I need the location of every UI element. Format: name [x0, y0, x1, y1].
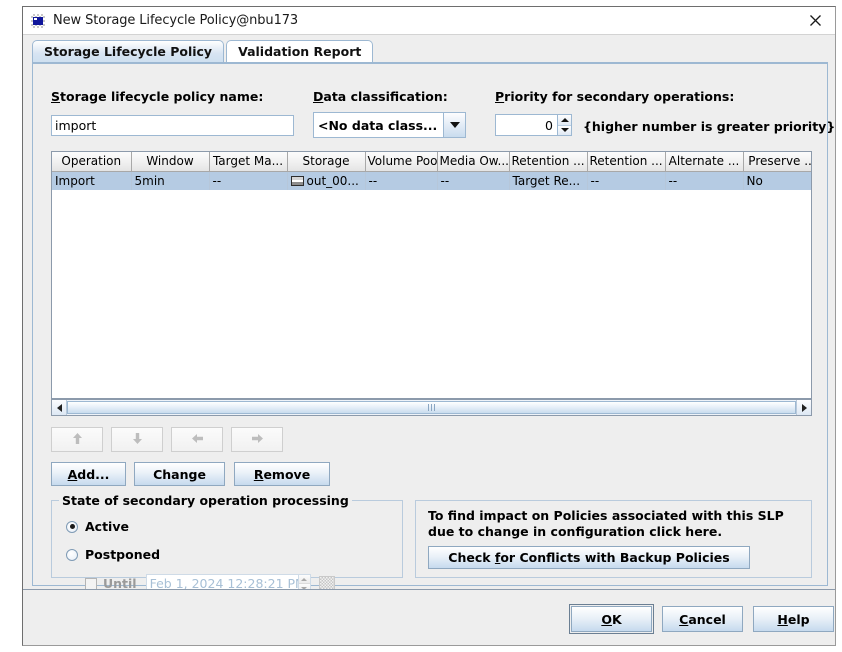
policy-name-label: Storage lifecycle policy name:	[51, 89, 264, 104]
tab-storage-lifecycle-policy[interactable]: Storage Lifecycle Policy	[32, 40, 225, 62]
conflicts-panel: To find impact on Policies associated wi…	[415, 500, 812, 578]
priority-increment-button[interactable]	[558, 115, 571, 125]
radio-postponed[interactable]: Postponed	[66, 547, 160, 562]
storage-lifecycle-policy-panel: Storage lifecycle policy name: Data clas…	[32, 63, 835, 593]
arrow-left-icon	[191, 432, 204, 447]
table-horizontal-scrollbar[interactable]	[51, 399, 812, 416]
move-up-button[interactable]	[51, 427, 103, 452]
radio-active[interactable]: Active	[66, 519, 129, 534]
col-media-owner[interactable]: Media Ow...	[437, 152, 510, 172]
remove-button[interactable]: Remove	[234, 462, 330, 486]
scroll-left-icon[interactable]	[52, 400, 67, 415]
help-button-label: Help	[777, 611, 810, 627]
until-checkbox[interactable]	[85, 577, 97, 590]
cancel-button[interactable]: Cancel	[662, 606, 743, 632]
cell-retention-1: Target Re...	[509, 171, 588, 190]
dialog-footer: OK Cancel Help	[23, 589, 835, 645]
check-conflicts-button-label: Check for Conflicts with Backup Policies	[448, 550, 730, 565]
priority-hint: {higher number is greater priority}	[583, 119, 836, 134]
dialog-window: New Storage Lifecycle Policy@nbu173 Stor…	[22, 6, 836, 646]
move-right-button[interactable]	[231, 427, 283, 452]
priority-decrement-button[interactable]	[558, 124, 571, 135]
storage-unit-icon	[290, 175, 304, 186]
table-header-row: Operation Window Target Ma... Storage Vo…	[52, 152, 811, 172]
state-group: State of secondary operation processing …	[51, 493, 403, 593]
operations-grid: Operation Window Target Ma... Storage Vo…	[52, 152, 811, 190]
cell-media-owner: --	[437, 171, 510, 190]
priority-label: Priority for secondary operations:	[495, 89, 735, 104]
change-button[interactable]: Change	[134, 462, 225, 486]
col-target-master[interactable]: Target Ma...	[209, 152, 288, 172]
title-bar: New Storage Lifecycle Policy@nbu173	[23, 7, 835, 35]
data-classification-label: Data classification:	[313, 89, 448, 104]
col-preserve[interactable]: Preserve ...	[743, 152, 811, 172]
add-button[interactable]: Add...	[51, 462, 126, 486]
chevron-down-icon[interactable]	[443, 113, 465, 137]
cell-window: 5min	[131, 171, 210, 190]
col-volume-pool[interactable]: Volume Pool	[365, 152, 438, 172]
conflicts-info-line2: due to change in configuration click her…	[428, 524, 723, 539]
cancel-button-label: Cancel	[679, 611, 726, 627]
data-classification-label-text: ata classification:	[323, 89, 448, 104]
scrollbar-track[interactable]	[67, 400, 796, 415]
tab-label: Storage Lifecycle Policy	[44, 44, 213, 59]
priority-spinner[interactable]: 0	[495, 114, 572, 136]
arrow-right-icon	[251, 432, 264, 447]
state-group-title: State of secondary operation processing	[59, 493, 352, 508]
col-operation[interactable]: Operation	[52, 152, 132, 172]
remove-button-label: Remove	[253, 466, 311, 482]
check-conflicts-button[interactable]: Check for Conflicts with Backup Policies	[428, 546, 750, 569]
cell-storage: out_00...	[287, 171, 366, 190]
scrollbar-grip-icon	[428, 404, 435, 411]
col-retention-1[interactable]: Retention ...	[509, 152, 588, 172]
policy-name-label-text: torage lifecycle policy name:	[60, 89, 264, 104]
policy-name-input[interactable]	[51, 115, 294, 136]
window-title: New Storage Lifecycle Policy@nbu173	[53, 13, 299, 28]
data-classification-combo[interactable]: <No data class...	[313, 112, 466, 138]
ok-button[interactable]: OK	[569, 604, 654, 634]
scroll-right-icon[interactable]	[796, 400, 811, 415]
change-button-label: Change	[153, 466, 206, 482]
move-left-button[interactable]	[171, 427, 223, 452]
add-button-label: Add...	[67, 466, 110, 482]
radio-postponed-indicator[interactable]	[66, 548, 78, 561]
app-window-icon	[31, 13, 45, 28]
col-retention-2[interactable]: Retention ...	[587, 152, 666, 172]
cell-preserve: No	[743, 171, 811, 190]
arrow-up-icon	[72, 432, 83, 448]
radio-active-label: Active	[85, 519, 129, 534]
col-storage[interactable]: Storage	[287, 152, 366, 172]
cell-volume-pool: --	[365, 171, 438, 190]
cell-target-master: --	[209, 171, 288, 190]
col-window[interactable]: Window	[131, 152, 210, 172]
conflicts-info-text: To find impact on Policies associated wi…	[428, 508, 784, 540]
radio-postponed-label: Postponed	[85, 547, 161, 562]
radio-active-indicator[interactable]	[66, 520, 78, 533]
data-classification-value: <No data class...	[318, 117, 438, 133]
ok-button-label: OK	[601, 611, 622, 627]
priority-input[interactable]: 0	[495, 114, 557, 136]
scrollbar-thumb[interactable]	[67, 401, 796, 414]
conflicts-info-line1: To find impact on Policies associated wi…	[428, 508, 784, 523]
cell-operation: Import	[52, 171, 132, 190]
close-icon[interactable]	[795, 7, 835, 34]
cell-retention-2: --	[587, 171, 666, 190]
priority-label-text: riority for secondary operations:	[504, 89, 735, 104]
cell-alternate: --	[665, 171, 744, 190]
tab-bar: Storage Lifecycle Policy Validation Repo…	[32, 40, 828, 63]
tab-label: Validation Report	[238, 44, 362, 59]
tab-validation-report[interactable]: Validation Report	[226, 40, 374, 62]
help-button[interactable]: Help	[753, 606, 834, 632]
cell-storage-text: out_00...	[306, 173, 359, 188]
col-alternate[interactable]: Alternate ...	[665, 152, 744, 172]
move-down-button[interactable]	[111, 427, 163, 452]
table-row[interactable]: Import 5min -- out_00... -- -- Target Re…	[52, 171, 811, 190]
operations-table[interactable]: Operation Window Target Ma... Storage Vo…	[51, 151, 812, 399]
until-date-increment[interactable]	[298, 575, 310, 583]
arrow-down-icon	[132, 432, 143, 448]
